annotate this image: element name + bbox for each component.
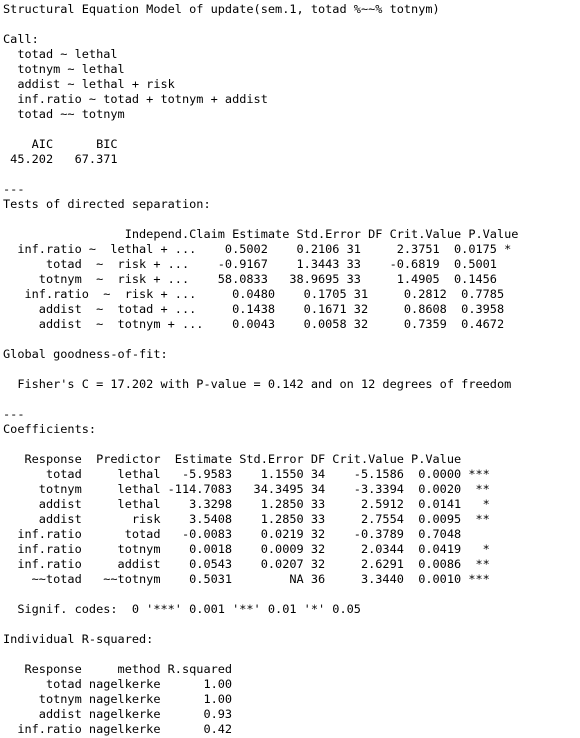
console-line: addist risk 3.5408 1.2850 33 2.7554 0.00… bbox=[3, 512, 490, 526]
r-console-output: Structural Equation Model of update(sem.… bbox=[0, 0, 580, 738]
console-line: Individual R-squared: bbox=[3, 632, 154, 646]
console-line: totnym ~ risk + ... 58.0833 38.9695 33 1… bbox=[3, 272, 519, 286]
console-line: Fisher's C = 17.202 with P-value = 0.142… bbox=[3, 377, 512, 391]
console-line: inf.ratio totnym 0.0018 0.0009 32 2.0344… bbox=[3, 542, 490, 556]
console-line: totnym ~ lethal bbox=[3, 62, 125, 76]
console-line: addist ~ totnym + ... 0.0043 0.0058 32 0… bbox=[3, 317, 526, 331]
console-line: Tests of directed separation: bbox=[3, 197, 211, 211]
console-line: totad ~ risk + ... -0.9167 1.3443 33 -0.… bbox=[3, 257, 519, 271]
console-line: Independ.Claim Estimate Std.Error DF Cri… bbox=[3, 227, 533, 241]
console-line: inf.ratio addist 0.0543 0.0207 32 2.6291… bbox=[3, 557, 490, 571]
console-line: totnym lethal -114.7083 34.3495 34 -3.33… bbox=[3, 482, 490, 496]
console-line: ~~totad ~~totnym 0.5031 NA 36 3.3440 0.0… bbox=[3, 572, 490, 586]
console-line: Signif. codes: 0 '***' 0.001 '**' 0.01 '… bbox=[3, 602, 361, 616]
console-line: totad ~~ totnym bbox=[3, 107, 125, 121]
console-line: 45.202 67.371 bbox=[3, 152, 118, 166]
console-line: --- bbox=[3, 182, 25, 196]
console-line: Global goodness-of-fit: bbox=[3, 347, 168, 361]
console-line: addist ~ lethal + risk bbox=[3, 77, 175, 91]
console-line: Structural Equation Model of update(sem.… bbox=[3, 2, 440, 16]
console-line: inf.ratio ~ lethal + ... 0.5002 0.2106 3… bbox=[3, 242, 519, 256]
console-line: Response Predictor Estimate Std.Error DF… bbox=[3, 452, 490, 466]
console-line: inf.ratio totad -0.0083 0.0219 32 -0.378… bbox=[3, 527, 490, 541]
console-line: AIC BIC bbox=[3, 137, 118, 151]
console-line: Coefficients: bbox=[3, 422, 97, 436]
console-line: Call: bbox=[3, 32, 39, 46]
console-line: --- bbox=[3, 407, 25, 421]
console-line: inf.ratio nagelkerke 0.42 bbox=[3, 722, 233, 736]
console-line: addist nagelkerke 0.93 bbox=[3, 707, 233, 721]
console-line: addist ~ totad + ... 0.1438 0.1671 32 0.… bbox=[3, 302, 526, 316]
console-line: totnym nagelkerke 1.00 bbox=[3, 692, 233, 706]
console-line: totad lethal -5.9583 1.1550 34 -5.1586 0… bbox=[3, 467, 490, 481]
console-line: addist lethal 3.3298 1.2850 33 2.5912 0.… bbox=[3, 497, 490, 511]
console-line: totad nagelkerke 1.00 bbox=[3, 677, 233, 691]
console-line: inf.ratio ~ risk + ... 0.0480 0.1705 31 … bbox=[3, 287, 526, 301]
console-line: inf.ratio ~ totad + totnym + addist bbox=[3, 92, 268, 106]
console-line: Response method R.squared bbox=[3, 662, 233, 676]
console-line: totad ~ lethal bbox=[3, 47, 118, 61]
